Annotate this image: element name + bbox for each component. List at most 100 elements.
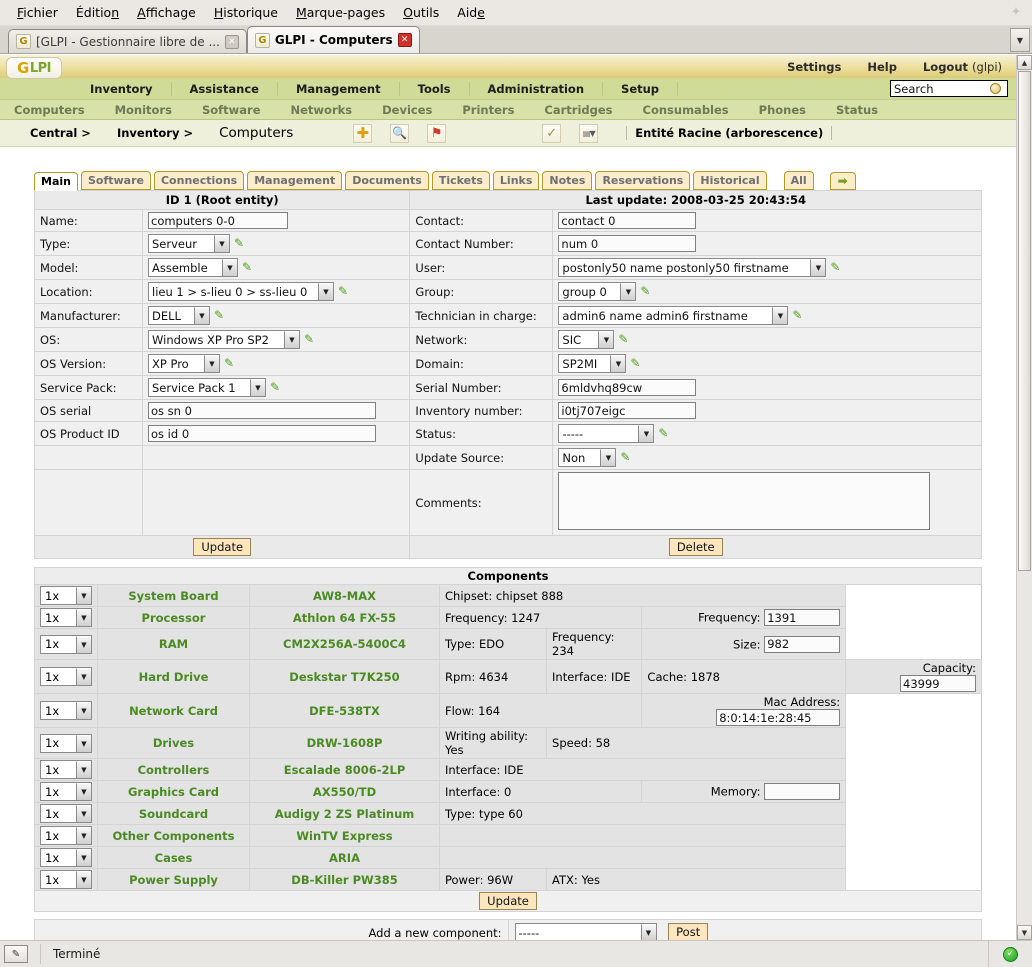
browser-tab-1[interactable]: G [GLPI - Gestionnaire libre de ... ✕ <box>8 29 247 53</box>
tab-historical[interactable]: Historical <box>693 171 767 190</box>
menu-edition[interactable]: Édition <box>67 3 128 22</box>
wrench-icon[interactable]: ✎ <box>270 381 283 394</box>
close-icon[interactable]: ✕ <box>397 33 412 47</box>
component-type-link[interactable]: Graphics Card <box>97 780 250 803</box>
left-select-1[interactable]: Serveur ▼ <box>148 234 230 253</box>
component-type-link[interactable]: Other Components <box>97 824 250 847</box>
component-name-link[interactable]: DFE-538TX <box>249 693 440 728</box>
wrench-icon[interactable]: ✎ <box>792 309 805 322</box>
sub-menu-monitors[interactable]: Monitors <box>115 103 172 117</box>
component-qty-select-11[interactable]: 1x ▼ <box>40 870 92 889</box>
breadcrumb-inventory[interactable]: Inventory > <box>117 126 193 140</box>
right-select-4[interactable]: admin6 name admin6 firstname ▼ <box>558 306 789 325</box>
tab-list-chevron-down-icon[interactable]: ▼ <box>1010 28 1030 52</box>
delete-button[interactable]: Delete <box>668 538 723 556</box>
sub-menu-printers[interactable]: Printers <box>462 103 514 117</box>
left-field-8[interactable] <box>148 402 376 419</box>
tab-documents[interactable]: Documents <box>345 171 429 190</box>
wrench-icon[interactable]: ✎ <box>214 309 227 322</box>
component-type-link[interactable]: Cases <box>97 846 250 869</box>
wrench-icon[interactable]: ✎ <box>830 261 843 274</box>
left-field-0[interactable] <box>148 212 288 229</box>
sub-menu-phones[interactable]: Phones <box>759 103 806 117</box>
wrench-icon[interactable]: ✎ <box>224 357 237 370</box>
help-link[interactable]: Help <box>867 60 897 74</box>
component-name-link[interactable]: CM2X256A-5400C4 <box>249 628 440 660</box>
component-name-link[interactable]: AX550/TD <box>249 780 440 803</box>
left-select-5[interactable]: Windows XP Pro SP2 ▼ <box>148 330 300 349</box>
comments-textarea[interactable] <box>558 472 931 530</box>
entity-list-icon[interactable]: ▤▼ <box>579 123 599 143</box>
tab-tickets[interactable]: Tickets <box>431 171 490 190</box>
bookmark-icon[interactable]: ⚑ <box>427 123 447 143</box>
component-type-link[interactable]: Hard Drive <box>97 659 250 694</box>
wrench-icon[interactable]: ✎ <box>338 285 351 298</box>
logout-link[interactable]: Logout (glpi) <box>923 60 1002 74</box>
component-type-link[interactable]: Network Card <box>97 693 250 728</box>
page-scrollbar[interactable]: ▲ ▼ <box>1016 55 1032 940</box>
component-qty-select-3[interactable]: 1x ▼ <box>40 667 92 686</box>
close-icon[interactable]: ✕ <box>224 34 239 49</box>
component-qty-select-5[interactable]: 1x ▼ <box>40 733 92 753</box>
component-name-link[interactable]: ARIA <box>249 846 440 869</box>
right-field-7[interactable] <box>558 379 697 396</box>
menu-outils[interactable]: Outils <box>394 3 448 22</box>
component-name-link[interactable]: DRW-1608P <box>249 727 440 759</box>
right-select-2[interactable]: postonly50 name postonly50 firstname ▼ <box>558 258 827 277</box>
wrench-icon[interactable]: ✎ <box>234 237 247 250</box>
component-qty-select-4[interactable]: 1x ▼ <box>40 701 92 720</box>
tab-reservations[interactable]: Reservations <box>595 171 691 190</box>
scroll-down-icon[interactable]: ▼ <box>1017 925 1032 940</box>
component-qty-select-8[interactable]: 1x ▼ <box>40 804 92 823</box>
add-icon[interactable]: ✚ <box>353 123 373 143</box>
sub-menu-cartridges[interactable]: Cartridges <box>544 103 612 117</box>
right-select-6[interactable]: SP2MI ▼ <box>558 354 627 373</box>
component-field-input[interactable] <box>764 609 841 626</box>
component-type-link[interactable]: Controllers <box>97 758 250 781</box>
main-menu-assistance[interactable]: Assistance <box>172 81 278 96</box>
sub-menu-computers[interactable]: Computers <box>14 103 85 117</box>
component-qty-select-9[interactable]: 1x ▼ <box>40 826 92 845</box>
main-menu-administration[interactable]: Administration <box>470 81 604 96</box>
components-update-button[interactable]: Update <box>479 892 537 910</box>
component-type-link[interactable]: Drives <box>97 727 250 759</box>
tab-notes[interactable]: Notes <box>542 171 593 190</box>
component-name-link[interactable]: Deskstar T7K250 <box>249 659 440 694</box>
main-menu-inventory[interactable]: Inventory <box>72 81 172 96</box>
glpi-logo[interactable]: G LPI <box>6 57 62 79</box>
tab-all[interactable]: All <box>783 171 814 190</box>
main-menu-management[interactable]: Management <box>278 81 400 96</box>
wrench-icon[interactable]: ✎ <box>242 261 255 274</box>
component-qty-select-6[interactable]: 1x ▼ <box>40 760 92 779</box>
sub-menu-consumables[interactable]: Consumables <box>643 103 729 117</box>
status-indicator-icon[interactable]: ✎ <box>4 945 28 963</box>
search-input[interactable] <box>891 81 987 96</box>
component-name-link[interactable]: DB-Killer PW385 <box>249 868 440 891</box>
right-field-0[interactable] <box>558 212 697 229</box>
component-name-link[interactable]: WinTV Express <box>249 824 440 847</box>
right-select-10[interactable]: Non ▼ <box>558 448 617 467</box>
wrench-icon[interactable]: ✎ <box>618 333 631 346</box>
left-select-7[interactable]: Service Pack 1 ▼ <box>148 378 266 397</box>
wrench-icon[interactable]: ✎ <box>640 285 653 298</box>
left-select-2[interactable]: Assemble ▼ <box>148 258 238 277</box>
search-icon[interactable] <box>987 81 1003 96</box>
component-qty-select-0[interactable]: 1x ▼ <box>40 586 92 605</box>
component-name-link[interactable]: Athlon 64 FX-55 <box>249 606 440 629</box>
right-select-3[interactable]: group 0 ▼ <box>558 282 637 301</box>
tab-links[interactable]: Links <box>492 171 540 190</box>
component-qty-select-7[interactable]: 1x ▼ <box>40 782 92 801</box>
breadcrumb-central[interactable]: Central > <box>30 126 91 140</box>
search-box[interactable] <box>890 80 1008 97</box>
component-type-link[interactable]: System Board <box>97 584 250 607</box>
left-select-6[interactable]: XP Pro ▼ <box>148 354 220 373</box>
sub-menu-status[interactable]: Status <box>836 103 878 117</box>
left-select-4[interactable]: DELL ▼ <box>148 306 210 325</box>
right-field-8[interactable] <box>558 402 697 419</box>
component-type-link[interactable]: RAM <box>97 628 250 660</box>
component-qty-select-2[interactable]: 1x ▼ <box>40 634 92 654</box>
menu-fichier[interactable]: Fichier <box>8 3 67 22</box>
right-field-1[interactable] <box>558 235 697 252</box>
post-button[interactable]: Post <box>668 923 709 940</box>
wrench-icon[interactable]: ✎ <box>630 357 643 370</box>
